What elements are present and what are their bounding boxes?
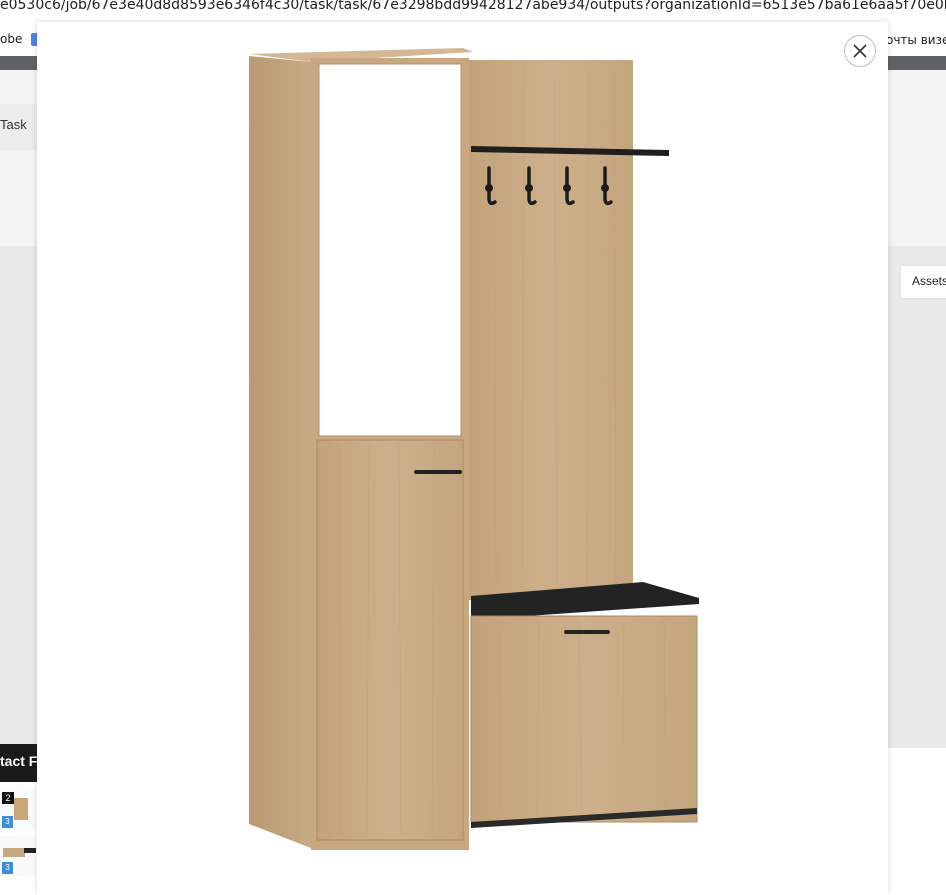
mirror <box>318 63 462 437</box>
product-thumbnail[interactable]: 3 <box>0 836 38 876</box>
address-bar[interactable]: e0530c6/job/67e3e40d8d8593e6346f4c30/tas… <box>0 0 946 24</box>
door-handle <box>414 470 462 474</box>
tall-cabinet-door <box>316 439 464 841</box>
shoe-cabinet <box>470 615 698 823</box>
url-text[interactable]: e0530c6/job/67e3e40d8d8593e6346f4c30/tas… <box>0 0 946 13</box>
bookmark-item[interactable]: очты визер <box>886 33 946 47</box>
tab-task-label: Task <box>0 117 27 132</box>
tab-assets-label: Assets <box>912 274 946 288</box>
contact-header: tact F <box>0 744 40 782</box>
hallway-wardrobe-image <box>249 48 699 850</box>
thumbnail-image-detail <box>24 848 36 853</box>
image-preview-modal <box>37 22 888 895</box>
thumbnail-badge: 3 <box>2 862 13 874</box>
cabinet-side <box>249 56 311 848</box>
back-panel <box>469 60 633 600</box>
thumbnail-image <box>14 798 28 820</box>
contact-header-label: tact F <box>0 753 38 769</box>
close-icon <box>853 44 867 58</box>
tab-assets[interactable]: Assets <box>900 265 946 299</box>
product-thumbnail[interactable]: 2 3 <box>0 790 38 830</box>
thumbnail-image <box>3 848 25 857</box>
tab-task[interactable]: Task <box>0 104 40 150</box>
thumbnail-number: 2 <box>2 792 14 804</box>
shoe-cabinet-handle <box>564 630 610 634</box>
close-button[interactable] <box>844 35 876 67</box>
bookmark-item[interactable]: obe <box>0 32 22 46</box>
thumbnail-badge: 3 <box>2 816 13 828</box>
